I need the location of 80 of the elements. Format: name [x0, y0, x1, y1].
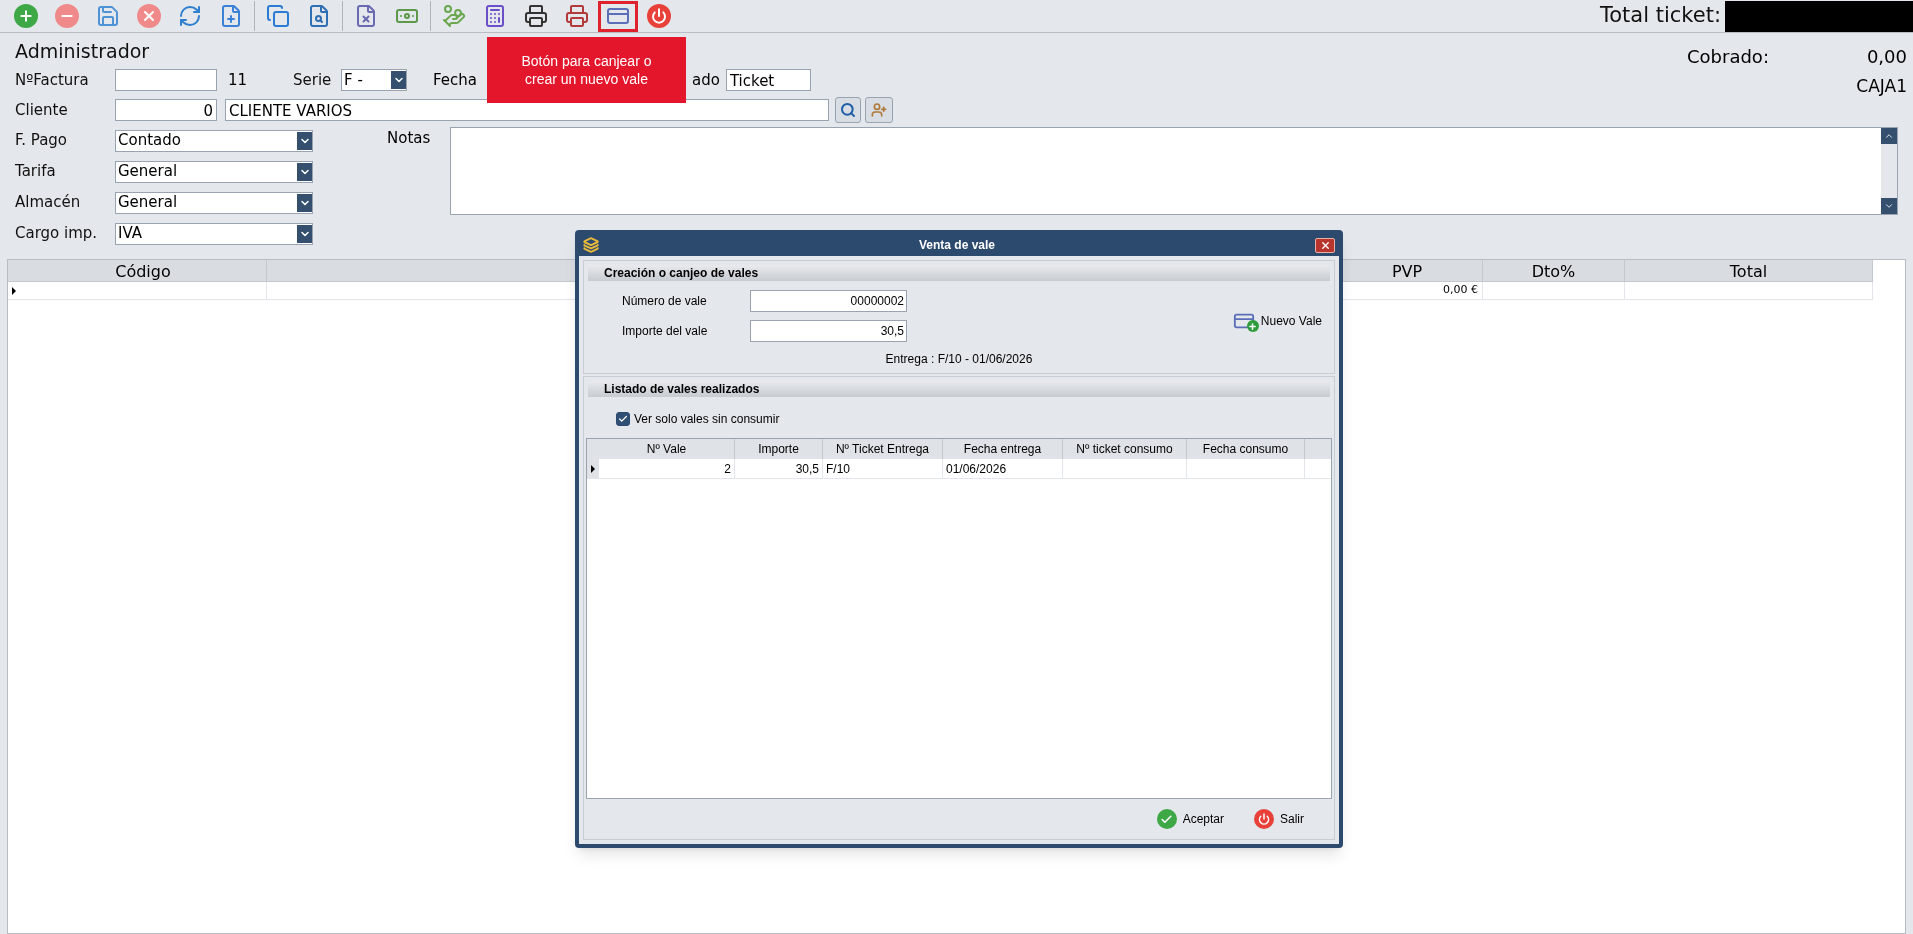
- close-icon: [137, 4, 161, 28]
- close-icon: [1319, 239, 1331, 251]
- column-header: Total: [1625, 260, 1873, 281]
- column-header: Nº Ticket Entrega: [823, 439, 943, 459]
- total-label: Total ticket:: [1600, 2, 1721, 30]
- copy-icon: [266, 4, 290, 28]
- printer-icon: [524, 4, 548, 28]
- collected-label: Cobrado:: [1687, 45, 1769, 69]
- cash-register-name: CAJA1: [1856, 75, 1907, 98]
- minus-icon: [55, 4, 79, 28]
- client-name-field[interactable]: CLIENTE VARIOS: [225, 99, 829, 121]
- new-voucher-button[interactable]: Nuevo Vale: [1232, 300, 1322, 342]
- tooltip: Botón para canjear o crear un nuevo vale: [487, 37, 686, 103]
- power-icon: [1254, 809, 1274, 829]
- collected-amount: 0,00: [1866, 45, 1907, 69]
- field-label: Almacén: [15, 192, 82, 214]
- checkmark-icon: [1156, 809, 1177, 829]
- field-label: Tarifa: [15, 161, 57, 183]
- field-label: NºFactura: [15, 69, 90, 91]
- printer-icon: [565, 4, 589, 28]
- field-label: F. Pago: [15, 130, 69, 152]
- add-client-button[interactable]: [865, 97, 893, 123]
- document-search-icon: [307, 4, 331, 28]
- user-name: Administrador: [15, 39, 151, 64]
- input-field[interactable]: 00000002: [750, 290, 907, 312]
- document-cancel-icon: [354, 4, 378, 28]
- column-header: Importe: [735, 439, 823, 459]
- field-label: Número de vale: [622, 293, 708, 310]
- power-icon: [647, 4, 671, 28]
- row-pointer-icon: [12, 286, 16, 295]
- plus-icon: [14, 4, 38, 28]
- checkmark-icon: [618, 414, 628, 424]
- table-cell: 30,5: [735, 459, 823, 478]
- column-header: Fecha entrega: [943, 439, 1063, 459]
- section-header: Listado de vales realizados: [588, 381, 1330, 397]
- field-label: Fecha: [433, 69, 477, 91]
- section-header: Creación o canjeo de vales: [588, 265, 1330, 281]
- scroll-down-icon[interactable]: [1881, 198, 1897, 214]
- row-pointer-icon: [591, 464, 595, 473]
- delivery-info: Entrega : F/10 - 01/06/2026: [884, 351, 1034, 368]
- dropdown[interactable]: Contado: [115, 129, 313, 152]
- column-header: Fecha consumo: [1187, 439, 1305, 459]
- exit-button[interactable]: Salir: [1254, 809, 1304, 829]
- column-header: Nº Vale: [599, 439, 735, 459]
- field-label: Importe del vale: [622, 323, 709, 340]
- field-label: Cargo imp.: [15, 223, 99, 245]
- user-plus-icon: [871, 102, 887, 118]
- dropdown[interactable]: IVA: [115, 222, 313, 245]
- table-cell: 2: [599, 459, 735, 478]
- input-field[interactable]: 30,5: [750, 320, 907, 342]
- accept-button[interactable]: Aceptar: [1156, 809, 1224, 829]
- dropdown[interactable]: General: [115, 160, 313, 183]
- app-logo-icon: [583, 237, 599, 253]
- column-header: Dto%: [1483, 260, 1625, 281]
- invoice-field[interactable]: [115, 69, 217, 91]
- cash-register-icon: [483, 4, 507, 28]
- scroll-up-icon[interactable]: [1881, 128, 1897, 144]
- checkbox-label: Ver solo vales sin consumir: [634, 411, 780, 428]
- checkbox[interactable]: [616, 412, 630, 426]
- refresh-icon: [178, 4, 202, 28]
- field-label: Serie: [293, 69, 333, 91]
- document-plus-icon: [219, 4, 243, 28]
- dropdown[interactable]: F -: [341, 69, 407, 91]
- notes-field[interactable]: [450, 127, 1898, 215]
- field-label: Cliente: [15, 99, 69, 121]
- client-code-field[interactable]: 0: [115, 99, 217, 121]
- table-cell: 01/06/2026: [943, 459, 1063, 478]
- dialog-title: Venta de vale: [917, 237, 996, 254]
- close-button[interactable]: [1315, 237, 1335, 253]
- field-label: ado: [692, 69, 720, 91]
- search-icon: [840, 102, 856, 118]
- column-header: Código: [20, 260, 267, 281]
- dropdown[interactable]: General: [115, 191, 313, 214]
- table-cell: F/10: [823, 459, 943, 478]
- column-header: Nº ticket consumo: [1063, 439, 1187, 459]
- search-button[interactable]: [835, 97, 861, 123]
- field-label: Notas: [387, 128, 432, 149]
- invoice-number: 11: [228, 69, 249, 91]
- hand-money-icon: [442, 4, 466, 28]
- status-field[interactable]: Ticket: [725, 69, 811, 91]
